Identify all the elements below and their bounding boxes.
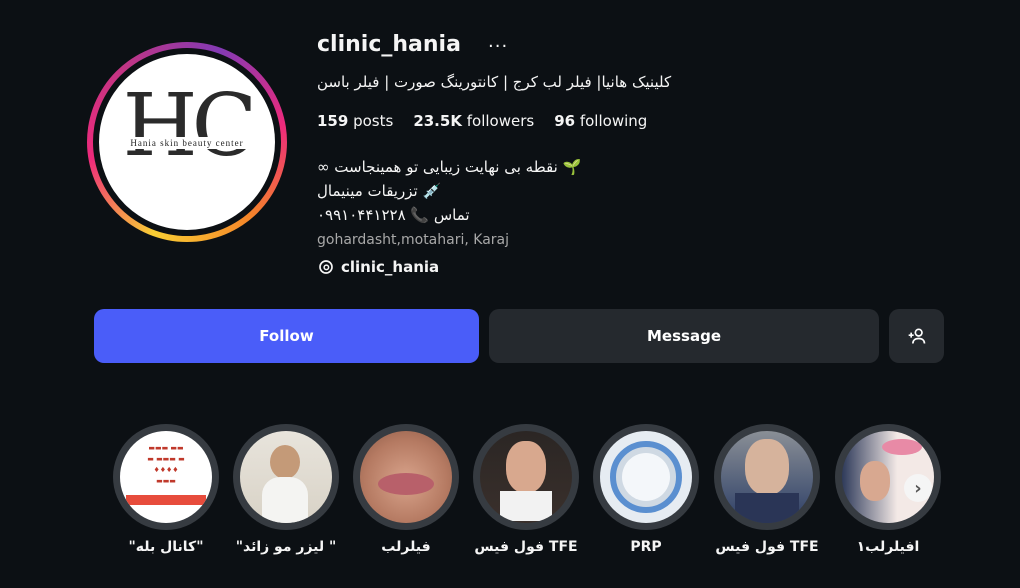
- followers-stat[interactable]: 23.5K followers: [413, 112, 534, 130]
- highlight-label: PRP: [630, 539, 662, 555]
- highlight-item[interactable]: PRP: [592, 424, 700, 555]
- highlight-label: فول فیس TFE: [474, 539, 578, 555]
- bio: ∞ نقطه بی نهایت زیبایی تو همینجاست 🌱 تزر…: [317, 155, 581, 227]
- chevron-right-icon[interactable]: ›: [904, 474, 932, 502]
- add-user-icon: [908, 328, 925, 344]
- clinic-logo: HC Hania skin beauty center: [111, 83, 263, 187]
- profile-stats: 159 posts 23.5K followers 96 following: [317, 112, 647, 130]
- highlight-item[interactable]: فول فیس TFE: [713, 424, 821, 555]
- add-user-button[interactable]: [889, 309, 944, 363]
- highlight-item[interactable]: فول فیس TFE: [472, 424, 580, 555]
- location: gohardasht,motahari, Karaj: [317, 232, 509, 248]
- highlight-item[interactable]: ▬▬▬ ▬▬ ▬ ▬▬▬ ▬ ♦♦♦♦ ▬▬▬ "کانال بله": [112, 424, 220, 555]
- bio-title: کلینیک هانیا| فیلر لب کرج | کانتورینگ صو…: [317, 73, 672, 91]
- highlight-item[interactable]: فیلرلب: [352, 424, 460, 555]
- highlight-label: فول فیس TFE: [715, 539, 819, 555]
- threads-link[interactable]: clinic_hania: [317, 258, 439, 276]
- bio-line: تماس 📞 ۰۹۹۱۰۴۴۱۲۲۸: [317, 206, 470, 224]
- highlight-label: افیلرلب۱: [856, 539, 920, 555]
- posts-stat[interactable]: 159 posts: [317, 112, 393, 130]
- bio-line: تزریقات مینیمال 💉: [317, 182, 442, 200]
- highlight-label: فیلرلب: [381, 539, 431, 555]
- threads-icon: [319, 260, 333, 274]
- highlight-label: "لیزر مو زائد ": [235, 539, 337, 555]
- following-stat[interactable]: 96 following: [554, 112, 647, 130]
- bio-line: ∞ نقطه بی نهایت زیبایی تو همینجاست 🌱: [317, 158, 582, 176]
- profile-avatar[interactable]: HC Hania skin beauty center: [87, 42, 287, 242]
- threads-handle[interactable]: clinic_hania: [341, 258, 439, 276]
- more-horizontal-icon[interactable]: ···: [488, 36, 508, 57]
- username: clinic_hania: [317, 32, 461, 57]
- story-highlights: ▬▬▬ ▬▬ ▬ ▬▬▬ ▬ ♦♦♦♦ ▬▬▬ "کانال بله" "لیزر م…: [0, 424, 1020, 564]
- highlight-label: "کانال بله": [128, 539, 204, 555]
- highlight-item[interactable]: "لیزر مو زائد ": [232, 424, 340, 555]
- follow-button[interactable]: Follow: [94, 309, 479, 363]
- message-button[interactable]: Message: [489, 309, 879, 363]
